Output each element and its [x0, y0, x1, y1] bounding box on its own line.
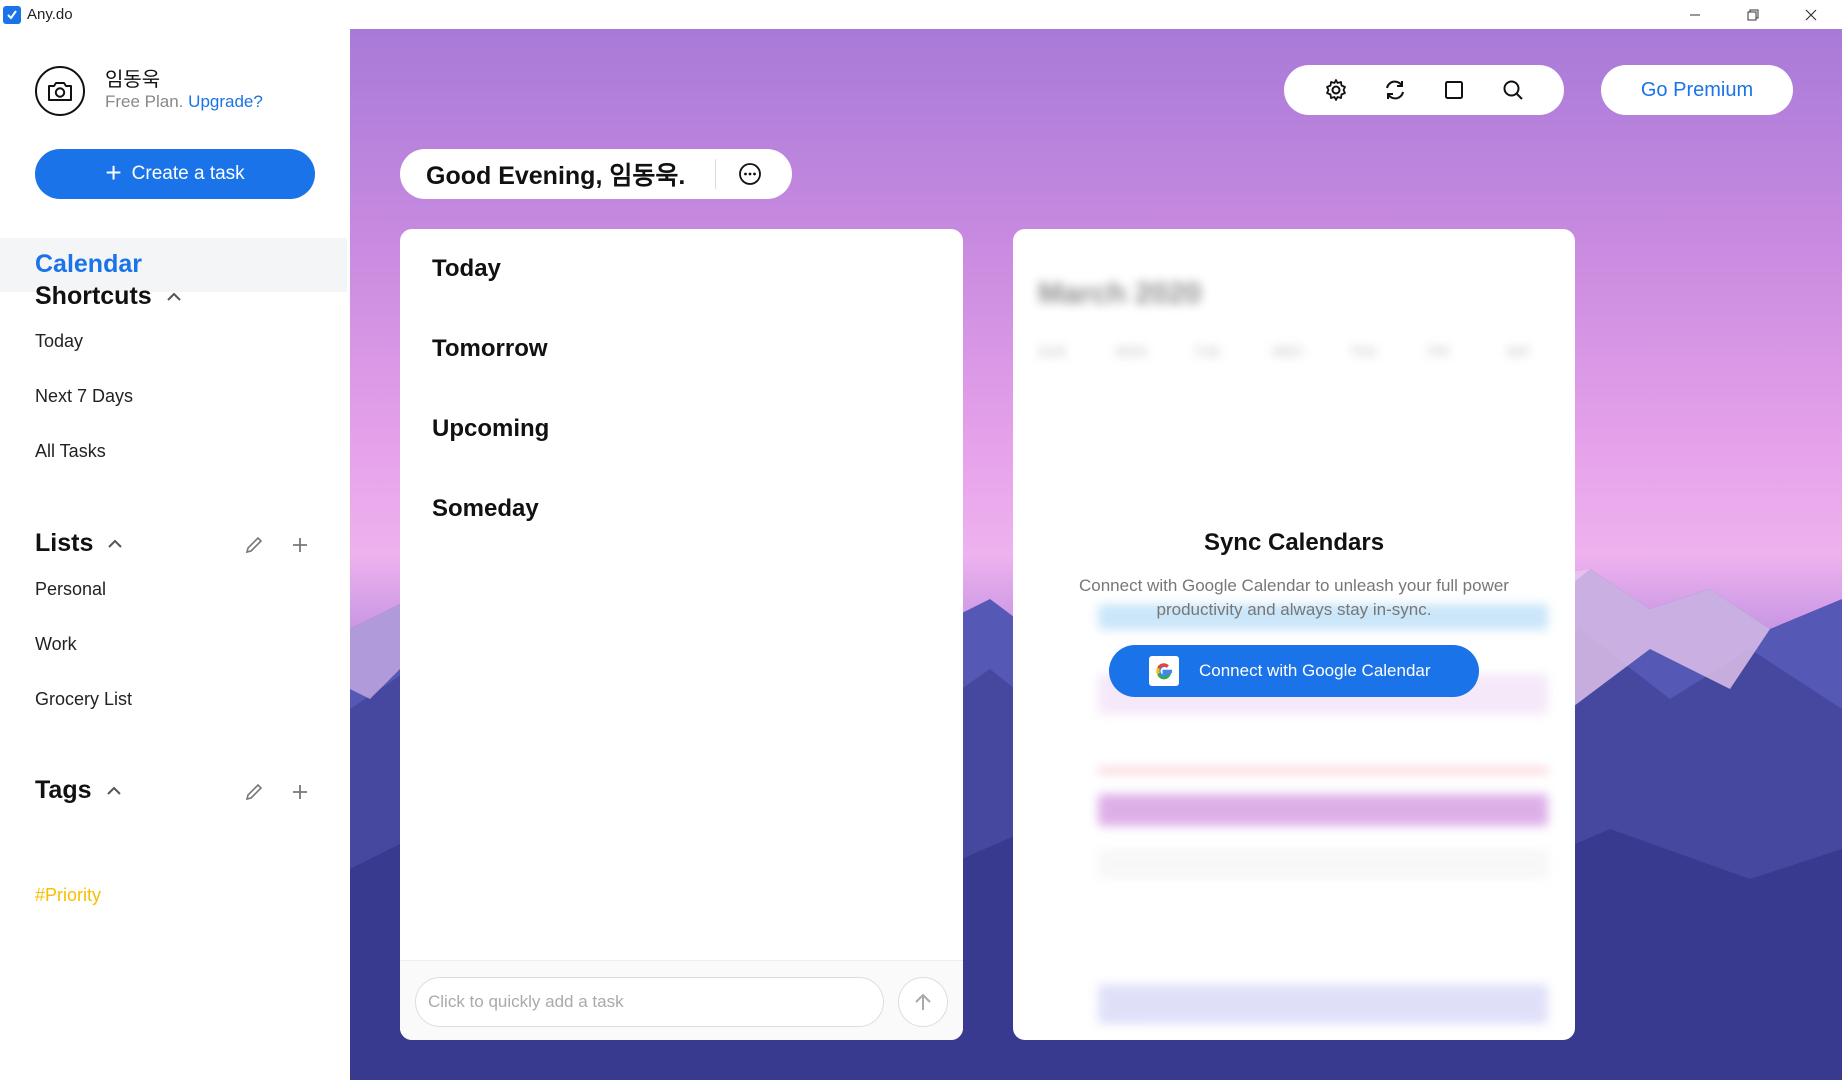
avatar[interactable]	[35, 66, 85, 116]
divider	[715, 159, 716, 189]
weekday-label: SAT	[1506, 344, 1531, 359]
calendar-panel: March 2020 SUN MON TUE WED THU FRI SAT S…	[1013, 229, 1575, 1040]
gear-icon[interactable]	[1324, 78, 1348, 102]
task-group-tomorrow[interactable]: Tomorrow	[432, 335, 548, 363]
calendar-event-bar	[1098, 984, 1548, 1024]
upgrade-link[interactable]: Upgrade?	[188, 92, 263, 111]
sync-icon[interactable]	[1383, 78, 1407, 102]
create-task-button[interactable]: + Create a task	[35, 149, 315, 199]
plus-icon: +	[105, 156, 122, 188]
connect-google-calendar-button[interactable]: Connect with Google Calendar	[1109, 645, 1479, 697]
quick-add-bar	[400, 960, 963, 1040]
window-title: Any.do	[27, 6, 73, 23]
camera-icon	[48, 82, 72, 101]
lists-header[interactable]: Lists	[35, 529, 123, 558]
weekday-label: TUE	[1194, 344, 1220, 359]
plan-text: Free Plan.	[105, 92, 184, 111]
search-icon[interactable]	[1501, 78, 1525, 102]
connect-google-calendar-label: Connect with Google Calendar	[1199, 661, 1431, 680]
greeting-pill: Good Evening, 임동욱.	[400, 149, 792, 199]
title-bar: Any.do	[0, 0, 1842, 29]
app-logo-icon	[3, 6, 21, 24]
shortcuts-header[interactable]: Shortcuts	[35, 282, 182, 311]
sync-calendars-title: Sync Calendars	[1203, 529, 1385, 556]
chevron-up-icon[interactable]	[106, 786, 122, 796]
sync-calendars-description: Connect with Google Calendar to unleash …	[1079, 576, 1509, 619]
tags-header[interactable]: Tags	[35, 776, 122, 805]
close-button[interactable]	[1782, 0, 1840, 29]
edit-icon[interactable]	[244, 535, 264, 555]
chevron-up-icon[interactable]	[166, 292, 182, 302]
task-panel: Today Tomorrow Upcoming Someday	[400, 229, 963, 1040]
sidebar-item-work[interactable]: Work	[35, 634, 77, 655]
chevron-up-icon[interactable]	[107, 539, 123, 549]
google-logo-icon	[1149, 656, 1179, 686]
shortcuts-title: Shortcuts	[35, 282, 152, 310]
go-premium-button[interactable]: Go Premium	[1601, 65, 1793, 115]
weekday-label: FRI	[1428, 344, 1449, 359]
task-group-someday[interactable]: Someday	[432, 495, 539, 523]
edit-icon[interactable]	[244, 782, 264, 802]
sidebar-item-today[interactable]: Today	[35, 331, 83, 352]
toolbar	[1284, 65, 1564, 115]
square-icon[interactable]	[1442, 78, 1466, 102]
tag-priority[interactable]: #Priority	[35, 885, 101, 906]
sidebar-item-next-7-days[interactable]: Next 7 Days	[35, 386, 133, 407]
calendar-label: Calendar	[35, 250, 142, 278]
sidebar-item-personal[interactable]: Personal	[35, 579, 106, 600]
minimize-button[interactable]	[1666, 0, 1724, 29]
restore-button[interactable]	[1724, 0, 1782, 29]
calendar-event-bar	[1098, 849, 1548, 879]
weekday-label: THU	[1350, 344, 1377, 359]
greeting-text: Good Evening, 임동욱.	[426, 162, 686, 190]
main-area: Go Premium Good Evening, 임동욱. Today Tomo…	[350, 29, 1842, 1080]
create-task-label: Create a task	[131, 163, 245, 184]
tags-title: Tags	[35, 776, 92, 804]
more-options-icon[interactable]	[738, 162, 762, 186]
calendar-preview-blurred: March 2020 SUN MON TUE WED THU FRI SAT	[1013, 229, 1575, 1040]
weekday-label: WED	[1272, 344, 1303, 359]
task-group-today[interactable]: Today	[432, 255, 501, 283]
lists-title: Lists	[35, 529, 94, 557]
plus-icon[interactable]	[290, 535, 310, 555]
quick-add-input[interactable]	[415, 977, 884, 1027]
lists-tools	[244, 535, 310, 555]
submit-task-button[interactable]	[898, 977, 948, 1027]
task-group-upcoming[interactable]: Upcoming	[432, 415, 549, 443]
weekday-label: SUN	[1038, 344, 1066, 359]
user-name: 임동욱	[105, 69, 161, 91]
plus-icon[interactable]	[290, 782, 310, 802]
tags-tools	[244, 782, 310, 802]
sidebar: 임동욱 Free Plan. Upgrade? + Create a task …	[0, 29, 350, 1080]
sidebar-item-all-tasks[interactable]: All Tasks	[35, 441, 106, 462]
now-indicator	[1098, 769, 1548, 772]
arrow-up-icon	[915, 993, 931, 1010]
weekday-label: MON	[1116, 344, 1147, 359]
calendar-event-bar	[1098, 794, 1548, 826]
sidebar-item-grocery-list[interactable]: Grocery List	[35, 689, 132, 710]
calendar-month-title: March 2020	[1038, 277, 1202, 310]
plan-status: Free Plan. Upgrade?	[105, 92, 263, 112]
